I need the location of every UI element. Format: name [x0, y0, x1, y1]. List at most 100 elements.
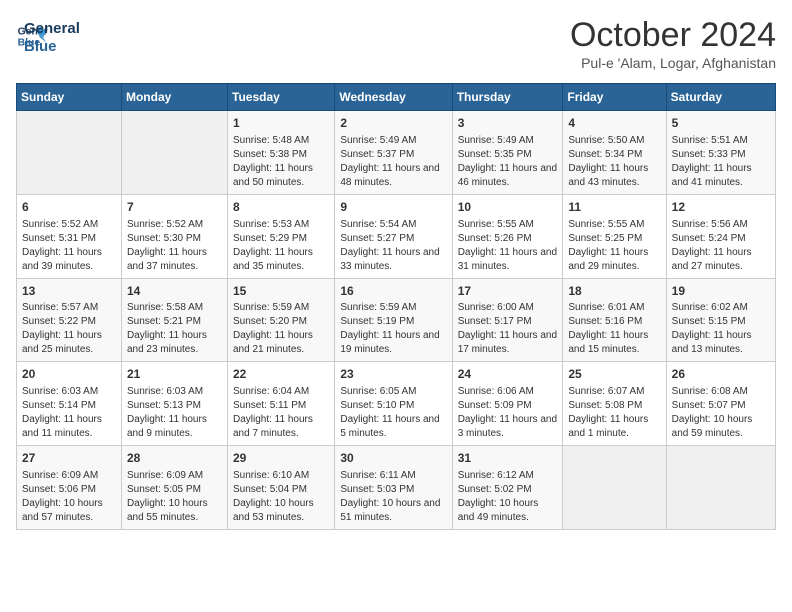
- sunset-text: Sunset: 5:31 PM: [22, 233, 96, 244]
- sunrise-text: Sunrise: 5:52 AM: [127, 219, 203, 230]
- daylight-text: Daylight: 11 hours and 21 minutes.: [233, 330, 313, 355]
- calendar-cell: 28Sunrise: 6:09 AMSunset: 5:05 PMDayligh…: [121, 446, 227, 530]
- calendar-cell: 12 Sunrise: 5:56 AM Sunset: 5:24 PM Dayligh…: [666, 194, 775, 278]
- daylight-text: Daylight: 11 hours and 15 minutes.: [568, 330, 648, 355]
- daylight-text: Daylight: 11 hours and 41 minutes.: [672, 163, 752, 188]
- day-number: 15: [233, 283, 329, 300]
- header-day: Tuesday: [228, 84, 335, 111]
- logo-line2: Blue: [24, 38, 80, 56]
- sunset-text: Sunset: 5:19 PM: [340, 316, 414, 327]
- calendar-cell: 18Sunrise: 6:01 AMSunset: 5:16 PMDayligh…: [563, 278, 666, 362]
- calendar-cell: [666, 446, 775, 530]
- calendar-week-row: 27 Sunrise: 6:09 AM Sunset: 5:06 PM Dayligh…: [17, 446, 776, 530]
- calendar-cell: 5Sunrise: 5:51 AMSunset: 5:33 PMDaylight…: [666, 111, 775, 195]
- daylight-text: Daylight: 11 hours and 25 minutes.: [22, 330, 102, 355]
- daylight-text: Daylight: 10 hours and 59 minutes.: [672, 414, 753, 439]
- day-number: 21: [127, 366, 222, 383]
- day-number: 27: [22, 450, 116, 467]
- location: Pul-e 'Alam, Logar, Afghanistan: [570, 55, 776, 71]
- sunset-text: Sunset: 5:24 PM: [672, 233, 746, 244]
- sunset-text: Sunset: 5:06 PM: [22, 484, 96, 495]
- calendar-cell: 3Sunrise: 5:49 AMSunset: 5:35 PMDaylight…: [452, 111, 563, 195]
- sunrise-text: Sunrise: 5:57 AM: [22, 302, 98, 313]
- header-day: Wednesday: [335, 84, 452, 111]
- calendar-cell: 22Sunrise: 6:04 AMSunset: 5:11 PMDayligh…: [228, 362, 335, 446]
- sunset-text: Sunset: 5:30 PM: [127, 233, 201, 244]
- day-number: 12: [672, 199, 770, 216]
- day-number: 8: [233, 199, 329, 216]
- daylight-text: Daylight: 11 hours and 5 minutes.: [340, 414, 439, 439]
- sunset-text: Sunset: 5:10 PM: [340, 400, 414, 411]
- calendar-cell: 27 Sunrise: 6:09 AM Sunset: 5:06 PM Dayligh…: [17, 446, 122, 530]
- daylight-text: Daylight: 11 hours and 19 minutes.: [340, 330, 439, 355]
- sunset-text: Sunset: 5:27 PM: [340, 233, 414, 244]
- daylight-text: Daylight: 11 hours and 31 minutes.: [458, 247, 557, 272]
- sunset-text: Sunset: 5:05 PM: [127, 484, 201, 495]
- sunrise-text: Sunrise: 6:10 AM: [233, 470, 309, 481]
- daylight-text: Daylight: 11 hours and 43 minutes.: [568, 163, 648, 188]
- calendar-cell: 6Sunrise: 5:52 AMSunset: 5:31 PMDaylight…: [17, 194, 122, 278]
- daylight-text: Daylight: 11 hours and 9 minutes.: [127, 414, 207, 439]
- day-number: 17: [458, 283, 558, 300]
- header-day: Friday: [563, 84, 666, 111]
- header-day: Saturday: [666, 84, 775, 111]
- sunrise-text: Sunrise: 6:09 AM: [22, 470, 98, 481]
- daylight-text: Daylight: 11 hours and 35 minutes.: [233, 247, 313, 272]
- day-number: 5: [672, 115, 770, 132]
- calendar-cell: 21Sunrise: 6:03 AMSunset: 5:13 PMDayligh…: [121, 362, 227, 446]
- sunset-text: Sunset: 5:02 PM: [458, 484, 532, 495]
- sunset-text: Sunset: 5:17 PM: [458, 316, 532, 327]
- calendar-week-row: 1Sunrise: 5:48 AMSunset: 5:38 PMDaylight…: [17, 111, 776, 195]
- daylight-text: Daylight: 11 hours and 29 minutes.: [568, 247, 648, 272]
- daylight-text: Daylight: 11 hours and 50 minutes.: [233, 163, 313, 188]
- calendar-cell: 15Sunrise: 5:59 AMSunset: 5:20 PMDayligh…: [228, 278, 335, 362]
- header-day: Monday: [121, 84, 227, 111]
- month-title: October 2024: [570, 16, 776, 55]
- daylight-text: Daylight: 11 hours and 46 minutes.: [458, 163, 557, 188]
- day-number: 6: [22, 199, 116, 216]
- sunrise-text: Sunrise: 6:03 AM: [22, 386, 98, 397]
- sunrise-text: Sunrise: 5:50 AM: [568, 135, 644, 146]
- sunrise-text: Sunrise: 5:49 AM: [458, 135, 534, 146]
- sunrise-text: Sunrise: 5:49 AM: [340, 135, 416, 146]
- day-number: 31: [458, 450, 558, 467]
- sunset-text: Sunset: 5:03 PM: [340, 484, 414, 495]
- day-number: 3: [458, 115, 558, 132]
- day-number: 29: [233, 450, 329, 467]
- sunrise-text: Sunrise: 6:04 AM: [233, 386, 309, 397]
- day-number: 24: [458, 366, 558, 383]
- daylight-text: Daylight: 11 hours and 1 minute.: [568, 414, 648, 439]
- sunrise-text: Sunrise: 5:59 AM: [340, 302, 416, 313]
- sunrise-text: Sunrise: 6:01 AM: [568, 302, 644, 313]
- day-number: 11: [568, 199, 660, 216]
- sunrise-text: Sunrise: 6:03 AM: [127, 386, 203, 397]
- day-number: 7: [127, 199, 222, 216]
- sunset-text: Sunset: 5:38 PM: [233, 149, 307, 160]
- daylight-text: Daylight: 10 hours and 57 minutes.: [22, 498, 103, 523]
- sunset-text: Sunset: 5:15 PM: [672, 316, 746, 327]
- sunset-text: Sunset: 5:33 PM: [672, 149, 746, 160]
- title-area: October 2024 Pul-e 'Alam, Logar, Afghani…: [570, 16, 776, 71]
- daylight-text: Daylight: 11 hours and 17 minutes.: [458, 330, 557, 355]
- calendar-cell: 14Sunrise: 5:58 AMSunset: 5:21 PMDayligh…: [121, 278, 227, 362]
- sunrise-text: Sunrise: 6:11 AM: [340, 470, 415, 481]
- sunrise-text: Sunrise: 5:56 AM: [672, 219, 748, 230]
- calendar-cell: 10Sunrise: 5:55 AMSunset: 5:26 PMDayligh…: [452, 194, 563, 278]
- sunset-text: Sunset: 5:16 PM: [568, 316, 642, 327]
- daylight-text: Daylight: 11 hours and 23 minutes.: [127, 330, 207, 355]
- daylight-text: Daylight: 11 hours and 27 minutes.: [672, 247, 752, 272]
- daylight-text: Daylight: 10 hours and 53 minutes.: [233, 498, 314, 523]
- sunrise-text: Sunrise: 6:12 AM: [458, 470, 534, 481]
- sunrise-text: Sunrise: 5:53 AM: [233, 219, 309, 230]
- day-number: 30: [340, 450, 446, 467]
- page-header: General Blue General Blue October 2024 P…: [16, 16, 776, 71]
- calendar-cell: 4Sunrise: 5:50 AMSunset: 5:34 PMDaylight…: [563, 111, 666, 195]
- sunrise-text: Sunrise: 6:07 AM: [568, 386, 644, 397]
- day-number: 25: [568, 366, 660, 383]
- day-number: 23: [340, 366, 446, 383]
- daylight-text: Daylight: 11 hours and 39 minutes.: [22, 247, 102, 272]
- calendar-cell: 30Sunrise: 6:11 AMSunset: 5:03 PMDayligh…: [335, 446, 452, 530]
- day-number: 22: [233, 366, 329, 383]
- calendar-cell: 1Sunrise: 5:48 AMSunset: 5:38 PMDaylight…: [228, 111, 335, 195]
- calendar-cell: [563, 446, 666, 530]
